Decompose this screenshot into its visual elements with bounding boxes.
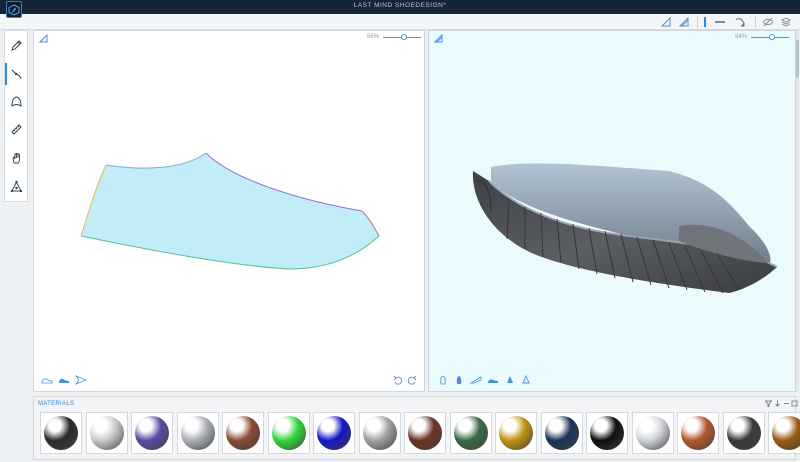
materials-panel: MATERIALS — [33, 396, 800, 460]
tool-sidebar — [4, 30, 28, 202]
toolbar-divider — [697, 16, 698, 28]
material-sphere-black-carbon — [590, 416, 624, 450]
material-sphere-navy-suede — [544, 416, 579, 450]
material-sphere-royal-blue — [317, 416, 351, 450]
line-tool-icon[interactable] — [715, 17, 725, 27]
undo-icon[interactable] — [392, 375, 404, 385]
material-sphere-green-mesh — [271, 416, 306, 450]
materials-title: MATERIALS — [38, 401, 75, 407]
toolbar-divider — [755, 16, 756, 28]
minimize-icon[interactable] — [782, 399, 790, 407]
pattern-2d-view[interactable]: 56% — [33, 30, 425, 392]
shoe-pattern-drawing[interactable] — [34, 31, 426, 393]
material-swatch[interactable] — [313, 412, 355, 454]
sort-icon[interactable] — [773, 399, 781, 407]
shoe-front-view-icon[interactable] — [437, 375, 449, 385]
material-swatch[interactable] — [449, 412, 492, 454]
material-sphere-white-rubber — [89, 416, 124, 450]
curve-tool-icon[interactable] — [9, 67, 24, 82]
material-swatch[interactable] — [404, 412, 446, 454]
material-sphere-copper-brown — [408, 416, 442, 450]
visibility-icon[interactable] — [763, 17, 773, 27]
material-sphere-orange-leather — [681, 416, 715, 450]
scrollbar-thumb[interactable] — [796, 40, 799, 78]
hand-icon[interactable] — [9, 151, 24, 166]
material-sphere-dark-weave — [726, 416, 761, 450]
material-sphere-gold-metal — [499, 416, 533, 450]
layers-icon[interactable] — [781, 17, 791, 27]
top-toolbar — [0, 14, 800, 30]
shoe-medial-view-icon[interactable] — [487, 375, 499, 385]
pattern-arrow-icon[interactable] — [75, 375, 87, 385]
surface-pattern-icon[interactable] — [679, 17, 689, 27]
pen-icon[interactable] — [9, 38, 24, 53]
redo-icon[interactable] — [406, 375, 418, 385]
node-tool-icon[interactable] — [9, 179, 24, 194]
shoe-top-view-icon[interactable] — [504, 375, 516, 385]
shape-icon[interactable] — [9, 94, 24, 109]
material-swatch[interactable] — [540, 412, 583, 454]
app-title: LAST MIND SHOEDESIGN* — [353, 2, 447, 9]
expand-icon[interactable] — [790, 399, 798, 407]
ruler-icon[interactable] — [9, 122, 24, 137]
material-sphere-pearl-white — [635, 416, 670, 450]
material-swatch[interactable] — [677, 412, 719, 454]
material-sphere-chrome-silver — [180, 416, 215, 450]
material-sphere-purple-gold-print — [135, 416, 169, 450]
material-swatch[interactable] — [586, 412, 628, 454]
material-sphere-brown-leather — [226, 416, 260, 450]
material-swatch[interactable] — [176, 412, 219, 454]
material-sphere-tortoise-shell — [772, 416, 800, 450]
shoe-filled-icon[interactable] — [58, 375, 70, 385]
material-sphere-leopard-print — [453, 416, 488, 450]
material-sphere-grey-knit — [362, 416, 397, 450]
material-swatch[interactable] — [131, 412, 173, 454]
shoe-side-view-icon[interactable] — [470, 375, 482, 385]
active-tool-indicator — [5, 63, 7, 85]
material-swatch[interactable] — [631, 412, 674, 454]
flat-pattern-icon[interactable] — [661, 17, 671, 27]
vertical-scrollbar[interactable] — [796, 30, 799, 392]
material-sphere-black-matte — [44, 416, 78, 450]
title-bar: LAST MIND SHOEDESIGN* — [0, 0, 800, 14]
material-swatch[interactable] — [722, 412, 765, 454]
flip-tool-icon[interactable] — [735, 17, 745, 27]
shoe-3d-view[interactable]: 54% — [428, 30, 796, 392]
shoe-3d-model[interactable] — [429, 31, 795, 391]
app-logo-icon[interactable] — [6, 1, 22, 18]
blue-marker-icon[interactable] — [700, 17, 710, 27]
shoe-back-view-icon[interactable] — [453, 375, 465, 385]
material-swatch[interactable] — [267, 412, 310, 454]
material-swatch[interactable] — [495, 412, 537, 454]
material-swatch[interactable] — [358, 412, 401, 454]
filter-icon[interactable] — [764, 399, 772, 407]
material-swatch[interactable] — [768, 412, 800, 454]
material-swatch[interactable] — [40, 412, 82, 454]
material-swatch[interactable] — [85, 412, 128, 454]
shoe-side-view-icon[interactable] — [41, 375, 53, 385]
shoe-bottom-view-icon[interactable] — [520, 375, 532, 385]
material-swatch[interactable] — [222, 412, 264, 454]
